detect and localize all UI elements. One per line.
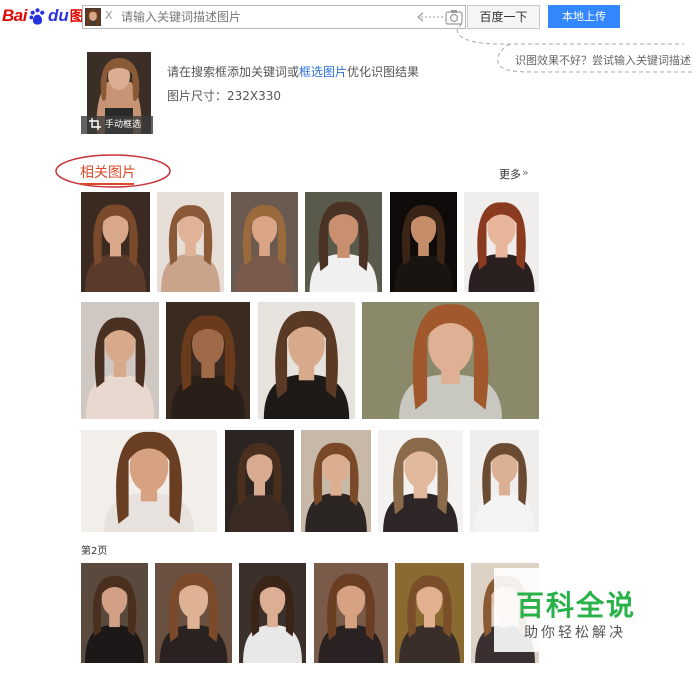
related-image-thumbnail[interactable] [314,563,388,663]
portrait-image [301,430,371,532]
portrait-image [362,302,539,419]
hint-prefix: 请在搜索框添加关键词或 [167,65,300,79]
arrow-left-icon [417,12,443,22]
portrait-image [390,192,457,292]
related-image-thumbnail[interactable] [81,430,217,532]
watermark-title: 百科全说 [516,589,637,622]
related-image-thumbnail[interactable] [155,563,232,663]
portrait-image [239,563,306,663]
portrait-image [305,192,382,292]
logo-bai-text: Bai [2,6,27,25]
portrait-image [464,192,539,292]
crop-icon [89,118,101,130]
related-image-thumbnail[interactable] [157,192,224,292]
portrait-image [225,430,294,532]
page-2-label: 第2页 [81,546,108,557]
double-chevron-right-icon: » [522,166,529,179]
related-image-thumbnail[interactable] [395,563,464,663]
portrait-image [395,563,464,663]
related-image-thumbnail[interactable] [81,192,150,292]
portrait-image [378,430,463,532]
tip-dashed-curve [456,23,692,73]
related-image-thumbnail[interactable] [239,563,306,663]
related-image-thumbnail[interactable] [378,430,463,532]
portrait-image [157,192,224,292]
search-input[interactable] [121,8,411,26]
search-hint: 请在搜索框添加关键词或框选图片优化识图结果 [167,63,419,80]
related-image-thumbnail[interactable] [470,430,539,532]
portrait-image [81,563,148,663]
related-image-thumbnail[interactable] [362,302,539,419]
portrait-image [155,563,232,663]
watermark-subtitle: 助你轻松解决 [524,625,626,641]
related-image-thumbnail[interactable] [166,302,250,419]
related-image-thumbnail[interactable] [81,563,148,663]
baidu-paw-icon [29,7,45,25]
select-image-link[interactable]: 框选图片 [299,65,347,79]
related-images-title: 相关图片 [80,165,136,181]
more-link[interactable]: 更多 [499,166,521,182]
title-underline [80,183,134,185]
hint-suffix: 优化识图结果 [347,65,420,79]
related-image-thumbnail[interactable] [464,192,539,292]
portrait-image [81,302,159,419]
related-image-thumbnail[interactable] [305,192,382,292]
query-thumbnail [85,8,101,26]
related-image-thumbnail[interactable] [390,192,457,292]
portrait-image [81,430,217,532]
portrait-image [81,192,150,292]
related-image-thumbnail[interactable] [231,192,298,292]
portrait-image [166,302,250,419]
portrait-image [231,192,298,292]
tip-text[interactable]: 识图效果不好？尝试输入关键词描述 [515,52,691,68]
related-image-thumbnail[interactable] [225,430,294,532]
related-image-thumbnail[interactable] [301,430,371,532]
related-image-thumbnail[interactable] [258,302,355,419]
portrait-image [258,302,355,419]
remove-thumbnail-icon[interactable]: X [105,9,113,22]
portrait-image [314,563,388,663]
search-box: X [82,5,466,29]
related-image-thumbnail[interactable] [81,302,159,419]
image-size: 图片尺寸：232X330 [167,89,282,103]
logo-du-text: du [47,6,69,25]
portrait-image [470,430,539,532]
